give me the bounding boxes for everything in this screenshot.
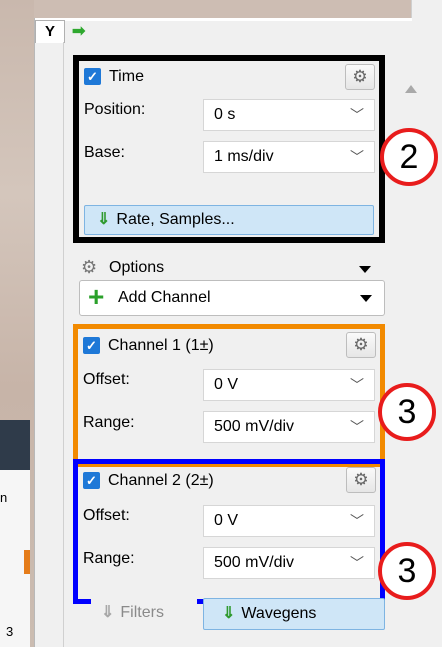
channel-1-title: Channel 1 (1±) — [108, 337, 214, 354]
position-label: Position: — [84, 101, 146, 118]
arrow-down-icon: ⇓ — [222, 605, 236, 622]
background-window-header — [0, 420, 30, 470]
background-number: 3 — [6, 624, 14, 639]
chevron-down-icon: ﹀ — [350, 377, 364, 393]
gear-icon[interactable]: ⚙ — [346, 467, 376, 493]
offset-label: Offset: — [83, 507, 130, 524]
channel-1-checkbox[interactable]: ✓ — [83, 337, 100, 354]
channel-1-range-select[interactable]: 500 mV/div ﹀ — [203, 411, 375, 443]
channel-2-range-select[interactable]: 500 mV/div ﹀ — [203, 547, 375, 579]
channel-2-checkbox[interactable]: ✓ — [83, 472, 100, 489]
base-value: 1 ms/div — [214, 148, 274, 165]
annotation-marker-channel-1: 3 — [378, 383, 436, 441]
offset-value: 0 V — [214, 376, 239, 393]
time-group: ✓ Time ⚙ Position: 0 s ﹀ Base: 1 ms/div … — [73, 55, 385, 243]
channel-2-group: ✓ Channel 2 (2±) ⚙ Offset: 0 V ﹀ Range: … — [73, 459, 385, 604]
time-checkbox[interactable]: ✓ — [84, 68, 101, 85]
base-label: Base: — [84, 144, 125, 161]
rate-samples-label: Rate, Samples... — [116, 211, 235, 228]
time-title: Time — [109, 68, 144, 85]
background-text: n — [0, 490, 8, 505]
annotation-marker-time: 2 — [380, 128, 438, 186]
range-value: 500 mV/div — [214, 554, 295, 571]
plus-icon: + — [88, 281, 105, 312]
gear-icon[interactable]: ⚙ — [345, 64, 375, 90]
chevron-down-icon: ﹀ — [350, 419, 364, 435]
chevron-down-icon: ﹀ — [350, 513, 364, 529]
annotation-marker-channel-2: 3 — [378, 542, 436, 600]
position-select[interactable]: 0 s ﹀ — [203, 99, 375, 131]
wavegens-tab[interactable]: ⇓ Wavegens — [203, 598, 385, 630]
tab-bar: Y ➡ — [35, 18, 412, 43]
offset-value: 0 V — [214, 512, 239, 529]
gear-icon: ⚙ — [81, 257, 98, 277]
wavegens-label: Wavegens — [241, 605, 317, 622]
base-select[interactable]: 1 ms/div ﹀ — [203, 141, 375, 173]
divider — [63, 42, 64, 647]
background-orange-bar — [24, 550, 30, 574]
channel-1-group: ✓ Channel 1 (1±) ⚙ Offset: 0 V ﹀ Range: … — [73, 324, 385, 467]
chevron-down-icon: ﹀ — [350, 149, 364, 165]
channel-1-offset-select[interactable]: 0 V ﹀ — [203, 369, 375, 401]
chevron-down-icon: ﹀ — [350, 555, 364, 571]
range-label: Range: — [83, 550, 135, 567]
tab-y[interactable]: Y — [35, 20, 65, 43]
filters-label: Filters — [120, 604, 164, 621]
offset-label: Offset: — [83, 371, 130, 388]
add-channel-button[interactable]: + Add Channel — [79, 280, 385, 316]
arrow-right-icon[interactable]: ➡ — [72, 21, 85, 41]
add-channel-label: Add Channel — [118, 289, 211, 306]
channel-2-title: Channel 2 (2±) — [108, 472, 214, 489]
range-label: Range: — [83, 414, 135, 431]
options-label: Options — [109, 259, 165, 276]
chevron-down-icon: ﹀ — [350, 107, 364, 123]
range-value: 500 mV/div — [214, 418, 295, 435]
rate-samples-button[interactable]: ⇓ Rate, Samples... — [84, 205, 374, 235]
dropdown-triangle-icon — [360, 295, 372, 302]
channel-2-offset-select[interactable]: 0 V ﹀ — [203, 505, 375, 537]
gear-icon[interactable]: ⚙ — [346, 332, 376, 358]
scroll-up-arrow-icon[interactable] — [405, 85, 417, 93]
dropdown-triangle-icon — [359, 266, 371, 273]
arrow-down-icon: ⇓ — [97, 211, 111, 228]
filters-tab[interactable]: ⇓ Filters — [91, 598, 197, 630]
acquisition-panel: Y ➡ ✓ Time ⚙ Position: 0 s ﹀ Base: 1 ms/… — [34, 18, 417, 647]
position-value: 0 s — [214, 106, 236, 123]
arrow-down-icon: ⇓ — [101, 604, 115, 621]
